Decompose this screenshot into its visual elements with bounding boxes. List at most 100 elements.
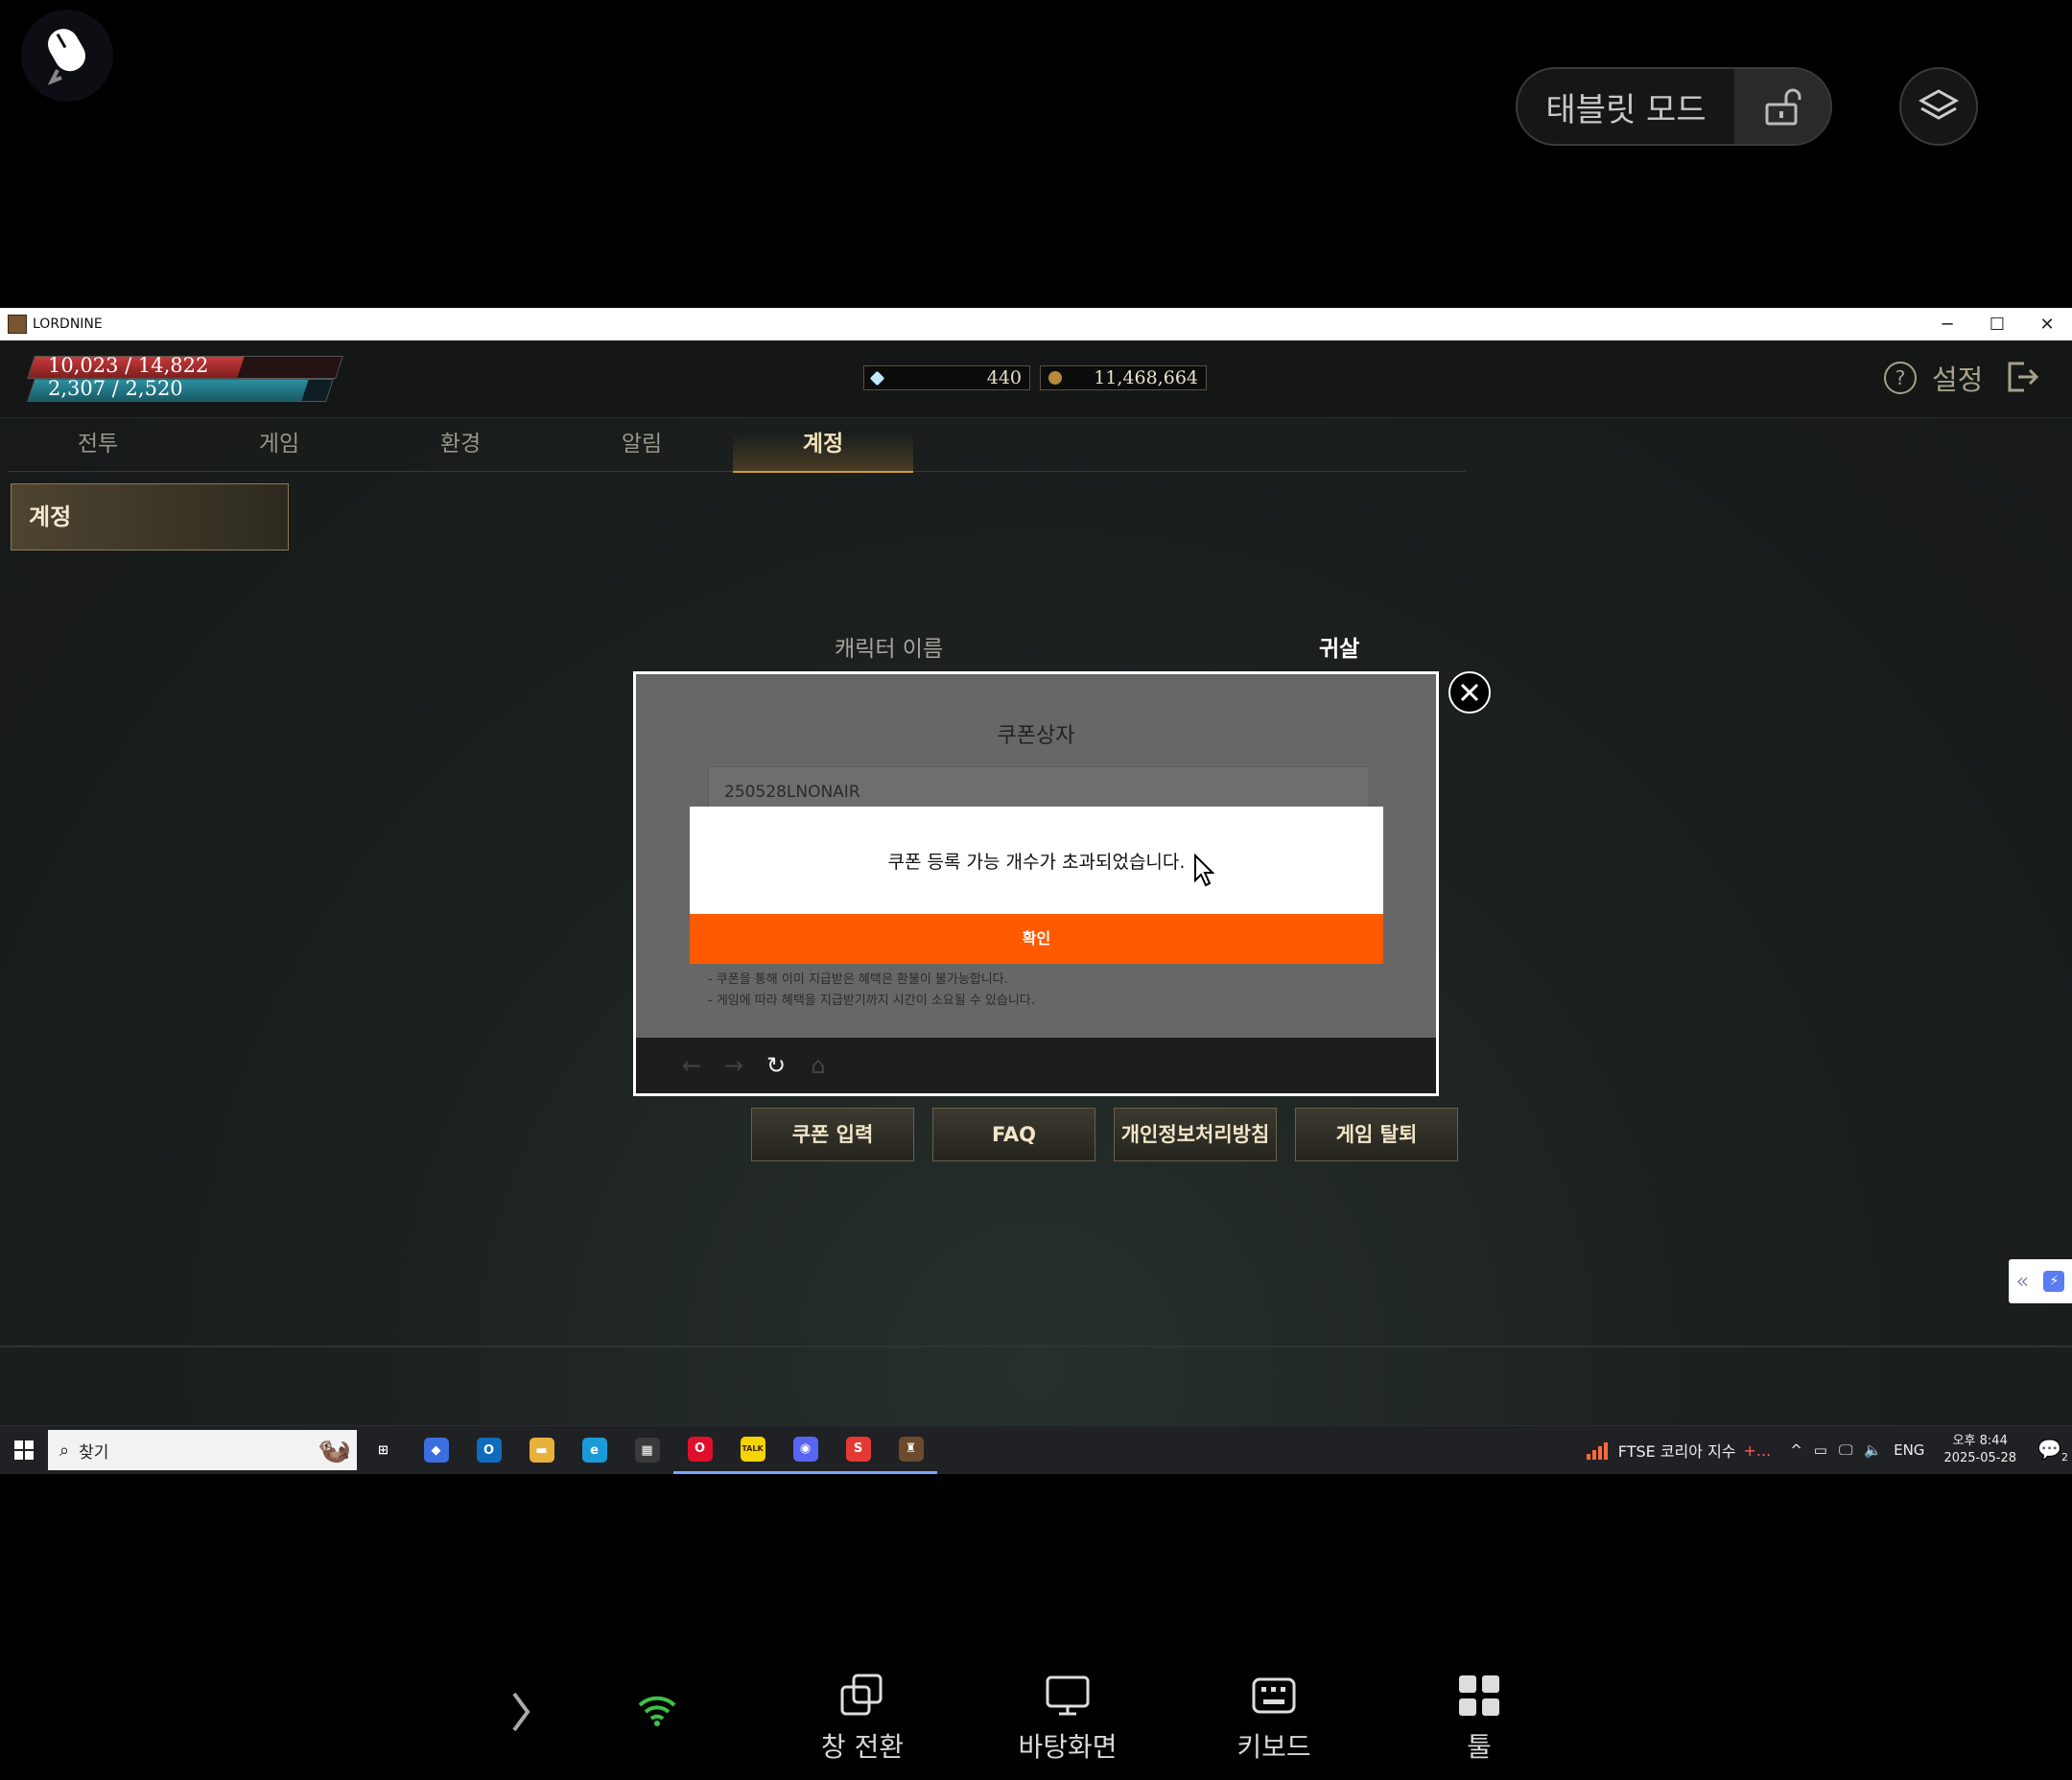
taskbar-app-lordnine[interactable]: ♜ [884,1426,937,1474]
settings-title: 설정 [1932,363,1984,396]
webview-nav-bar: ← → ↻ ⌂ [636,1038,1436,1093]
help-icon[interactable]: ? [1884,362,1917,394]
back-arrow-icon[interactable]: ← [671,1052,713,1079]
notification-icon[interactable]: 💬2 [2034,1438,2072,1464]
remote-bottom-bar: 창 전환 바탕화면 키보드 툴 [0,1669,2072,1780]
forward-arrow-icon[interactable]: → [713,1052,755,1079]
wifi-icon [638,1696,676,1726]
faq-button[interactable]: FAQ [932,1108,1095,1161]
keyboard-label: 키보드 [1236,1731,1311,1763]
alert-message: 쿠폰 등록 가능 개수가 초과되었습니다. [690,807,1383,914]
mouse-mode-icon[interactable] [21,10,113,102]
assistant-icon[interactable]: ⚡ [2043,1271,2065,1292]
taskbar-app-copilot[interactable]: ◆ [410,1426,462,1474]
tablet-mode-toggle[interactable]: 태블릿 모드 [1516,67,1832,146]
taskbar-app-discord[interactable]: ◉ [779,1426,832,1474]
double-chevron-left-icon[interactable]: « [2016,1270,2029,1294]
alert-confirm-button[interactable]: 확인 [690,914,1383,964]
settings-tabs: 전투 게임 환경 알림 계정 [8,417,1466,473]
coupon-title: 쿠폰상자 [997,724,1075,748]
taskbar-app-opera[interactable]: O [673,1426,726,1474]
tab-environment[interactable]: 환경 [370,417,551,471]
outlook-icon: O [476,1438,502,1463]
tray-expand-icon[interactable]: ^ [1790,1441,1802,1459]
close-coupon-icon[interactable] [1448,671,1491,714]
clock-date: 2025-05-28 [1943,1451,2016,1465]
search-icon: ⌕ [59,1440,70,1461]
window-titlebar: LORDNINE ─ ☐ ✕ [0,308,2072,340]
display-icon[interactable]: 🖵 [1839,1441,1852,1459]
tools-button[interactable]: 툴 [1402,1669,1556,1765]
tab-account[interactable]: 계정 [733,417,913,473]
taskbar-app-task-view[interactable]: ⊞ [357,1426,410,1474]
sidebar-item-account[interactable]: 계정 [11,483,289,550]
desktop-label: 바탕화면 [1018,1731,1118,1763]
taskbar-clock[interactable]: 오후 8:44 2025-05-28 [1943,1433,2016,1467]
taskbar-app-file-explorer[interactable]: ▬ [515,1426,568,1474]
window-title: LORDNINE [33,316,103,332]
start-button[interactable] [0,1426,48,1474]
tablet-mode-label: 태블릿 모드 [1545,90,1707,129]
reload-icon[interactable]: ↻ [755,1052,797,1079]
mouse-cursor-icon [1194,854,1215,887]
coupon-input-button[interactable]: 쿠폰 입력 [751,1108,914,1161]
s-app-icon: S [845,1436,871,1462]
taskbar-app-edge[interactable]: e [568,1426,621,1474]
character-name-value: 귀살 [1319,637,1360,662]
window-switch-label: 창 전환 [820,1731,905,1763]
search-placeholder: 찾기 [79,1442,109,1463]
ticker-delta: +... [1743,1440,1772,1460]
hud-bar: 10,023 / 14,822 2,307 / 2,520 440 11,468… [0,340,2072,418]
tab-combat[interactable]: 전투 [8,417,188,471]
notification-count: 2 [2060,1450,2068,1464]
stock-ticker[interactable]: FTSE 코리아 지수 +... [1586,1439,1771,1462]
exit-icon[interactable] [2005,360,2039,398]
discord-icon: ◉ [792,1436,818,1462]
withdraw-button[interactable]: 게임 탈퇴 [1295,1108,1458,1161]
tab-notifications[interactable]: 알림 [552,417,732,471]
desktop-button[interactable]: 바탕화면 [991,1669,1144,1765]
volume-icon[interactable]: 🔈 [1864,1441,1882,1459]
character-name-label: 캐릭터 이름 [835,637,944,662]
diamond-counter: 440 [863,365,1030,390]
edge-icon: e [581,1438,607,1463]
taskbar-app-store[interactable]: ▦ [621,1426,673,1474]
gold-counter: 11,468,664 [1040,365,1207,390]
taskbar-app-outlook[interactable]: O [462,1426,515,1474]
chevron-right-icon[interactable] [506,1688,535,1736]
keyboard-button[interactable]: 키보드 [1197,1669,1351,1765]
close-window-button[interactable]: ✕ [2022,315,2072,335]
opera-icon: O [687,1436,713,1462]
task-view-icon: ⊞ [370,1438,396,1463]
diamond-value: 440 [986,367,1022,388]
desktop-icon [1046,1675,1090,1716]
hp-text: 10,023 / 14,822 [48,354,209,377]
app-icon [8,315,27,334]
home-icon[interactable]: ⌂ [797,1052,839,1079]
privacy-policy-button[interactable]: 개인정보처리방침 [1114,1108,1277,1161]
coupon-notes: - 쿠폰을 통해 이미 지급받은 혜택은 환불이 불가능합니다. - 게임에 따… [708,970,1035,1012]
file-explorer-icon: ▬ [529,1438,554,1463]
gold-coin-icon [1048,371,1062,385]
window-switch-button[interactable]: 창 전환 [786,1669,939,1765]
layers-icon[interactable] [1899,67,1978,146]
side-widget[interactable]: « ⚡ [2009,1259,2072,1303]
stock-chart-icon [1586,1442,1608,1460]
network-icon[interactable]: ▭ [1814,1441,1827,1459]
ime-indicator[interactable]: ENG [1894,1441,1924,1459]
ticker-label: FTSE 코리아 지수 [1617,1442,1736,1461]
gold-value: 11,468,664 [1094,367,1198,388]
store-icon: ▦ [634,1438,660,1463]
tab-game[interactable]: 게임 [189,417,369,471]
taskbar-app-kakaotalk[interactable]: TALK [726,1426,779,1474]
alert-dialog: 쿠폰 등록 가능 개수가 초과되었습니다. 확인 [690,807,1383,964]
search-highlight-icon: 🦦 [318,1434,351,1465]
taskbar-search[interactable]: ⌕ 찾기 🦦 [48,1430,357,1470]
unlock-icon[interactable] [1734,69,1830,144]
minimize-button[interactable]: ─ [1922,315,1972,335]
taskbar-apps: ⊞ ◆ O ▬ e ▦ O TALK ◉ S ♜ [357,1426,937,1474]
coupon-code-input[interactable]: 250528LNONAIR [708,766,1370,808]
taskbar-app-s-app[interactable]: S [832,1426,884,1474]
diamond-icon [869,370,885,386]
maximize-button[interactable]: ☐ [1972,315,2022,335]
